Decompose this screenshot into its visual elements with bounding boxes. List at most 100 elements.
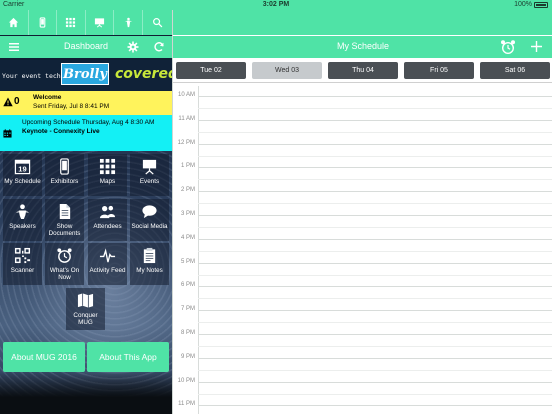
half-hour-line — [198, 131, 552, 133]
hour-line — [198, 405, 552, 407]
hour-label: 12 PM — [177, 139, 195, 146]
hour-label: 1 PM — [180, 163, 195, 170]
phone-icon — [60, 158, 69, 175]
tile-label: Show Documents — [48, 223, 81, 237]
gear-icon[interactable] — [127, 41, 139, 53]
nav-phone-button[interactable] — [29, 10, 58, 35]
upcoming-schedule-alert[interactable]: Upcoming Schedule Thursday, Aug 4 8:30 A… — [0, 115, 172, 151]
half-hour-line — [198, 107, 552, 109]
tab-day-thu[interactable]: Thu 04 — [328, 62, 398, 79]
hour-line — [198, 310, 552, 312]
tile-my-schedule[interactable]: 19 My Schedule — [3, 154, 42, 196]
svg-text:19: 19 — [18, 165, 26, 174]
half-hour-line — [198, 322, 552, 324]
dashboard-header: Dashboard — [0, 36, 172, 58]
speaker-icon — [15, 204, 30, 220]
half-hour-line — [198, 203, 552, 205]
tile-label: Attendees — [93, 223, 122, 230]
tab-day-tue[interactable]: Tue 02 — [176, 62, 246, 79]
tab-day-wed[interactable]: Wed 03 — [252, 62, 322, 79]
tile-conquer-mug[interactable]: Conquer MUG — [66, 288, 105, 330]
nav-presentation-button[interactable] — [86, 10, 115, 35]
alert-count: 0 — [14, 96, 20, 107]
presentation-icon — [94, 18, 105, 28]
hour-label: 8 PM — [180, 330, 195, 336]
tile-show-documents[interactable]: Show Documents — [45, 199, 84, 241]
tile-label: My Notes — [136, 267, 163, 274]
tile-label: Exhibitors — [50, 178, 79, 185]
about-app-button[interactable]: About This App — [87, 342, 169, 372]
nav-grid-button[interactable] — [57, 10, 86, 35]
hour-label: 11 PM — [178, 401, 195, 408]
tile-label: What's On Now — [49, 267, 80, 281]
half-hour-line — [198, 369, 552, 371]
half-hour-line — [198, 226, 552, 228]
hour-label: 10 PM — [177, 377, 195, 384]
hour-line — [198, 191, 552, 193]
hour-label: 6 PM — [180, 282, 195, 289]
qr-code-icon — [14, 247, 31, 264]
tab-day-fri[interactable]: Fri 05 — [404, 62, 474, 79]
hour-line — [198, 96, 552, 97]
refresh-icon[interactable] — [153, 41, 165, 53]
tab-day-sat[interactable]: Sat 06 — [480, 62, 550, 79]
upcoming-subtitle: Keynote - Connexity Live — [22, 128, 100, 135]
add-icon[interactable] — [530, 40, 543, 53]
calendar-small-icon — [3, 129, 12, 138]
tile-label: Conquer MUG — [73, 312, 98, 326]
nav-search-button[interactable] — [143, 10, 172, 35]
battery-icon — [534, 1, 548, 8]
tile-my-notes[interactable]: My Notes — [130, 243, 169, 285]
document-icon — [59, 203, 71, 220]
sponsor-banner[interactable]: Your event tech. Brolly covered — [0, 60, 172, 92]
hour-line — [198, 215, 552, 216]
tile-maps[interactable]: Maps — [88, 154, 127, 196]
tile-exhibitors[interactable]: Exhibitors — [45, 154, 84, 196]
battery-indicator: 100% — [514, 1, 548, 8]
map-icon — [77, 293, 94, 308]
banner-tagline: Your event tech. — [2, 72, 65, 80]
banner-slogan: covered — [115, 66, 172, 82]
hour-line — [198, 119, 552, 121]
tile-speakers[interactable]: Speakers — [3, 199, 42, 241]
clock-time: 3:02 PM — [262, 1, 290, 8]
status-bar: Carrier 3:02 PM 100% — [0, 0, 552, 10]
hour-line — [198, 262, 552, 264]
tile-events[interactable]: Events — [130, 154, 169, 196]
half-hour-line — [198, 393, 552, 395]
welcome-title: Welcome — [33, 94, 62, 101]
hour-line — [198, 381, 552, 383]
tile-whats-on-now[interactable]: What's On Now — [45, 243, 84, 285]
phone-icon — [39, 17, 46, 28]
tile-label: Maps — [99, 178, 116, 185]
pulse-icon — [99, 248, 116, 263]
hour-line — [198, 357, 552, 359]
tile-social-media[interactable]: Social Media — [130, 199, 169, 241]
dashboard-title: Dashboard — [63, 41, 109, 51]
hour-label: 5 PM — [180, 258, 195, 265]
battery-percent: 100% — [514, 1, 532, 8]
welcome-alert[interactable]: 0 Welcome Sent Friday, Jul 8 8:41 PM — [0, 91, 172, 115]
figure-icon — [124, 17, 132, 28]
hour-line — [198, 286, 552, 288]
hour-label: 4 PM — [180, 234, 195, 241]
alarm-clock-icon[interactable] — [500, 39, 516, 55]
hour-label: 3 PM — [180, 211, 195, 217]
tile-scanner[interactable]: Scanner — [3, 243, 42, 285]
tile-label: Events — [139, 178, 160, 185]
warning-icon — [3, 97, 13, 107]
nav-figure-button[interactable] — [114, 10, 143, 35]
about-mug-button[interactable]: About MUG 2016 — [3, 342, 85, 372]
people-icon — [99, 205, 116, 219]
app-root: Carrier 3:02 PM 100% Dashboard Your even… — [0, 0, 552, 414]
hour-line — [198, 143, 552, 145]
tile-label: Speakers — [9, 223, 36, 230]
schedule-timeline[interactable]: 10 AM 11 AM 12 PM 1 PM 2 PM 3 PM 4 PM 5 PM 6 PM 7… — [173, 86, 552, 414]
hour-line — [198, 334, 552, 335]
tile-attendees[interactable]: Attendees — [88, 199, 127, 241]
half-hour-line — [198, 179, 552, 181]
tile-activity-feed[interactable]: Activity Feed — [88, 243, 127, 285]
hour-label: 2 PM — [180, 187, 195, 194]
hour-line — [198, 167, 552, 169]
nav-home-button[interactable] — [0, 10, 29, 35]
